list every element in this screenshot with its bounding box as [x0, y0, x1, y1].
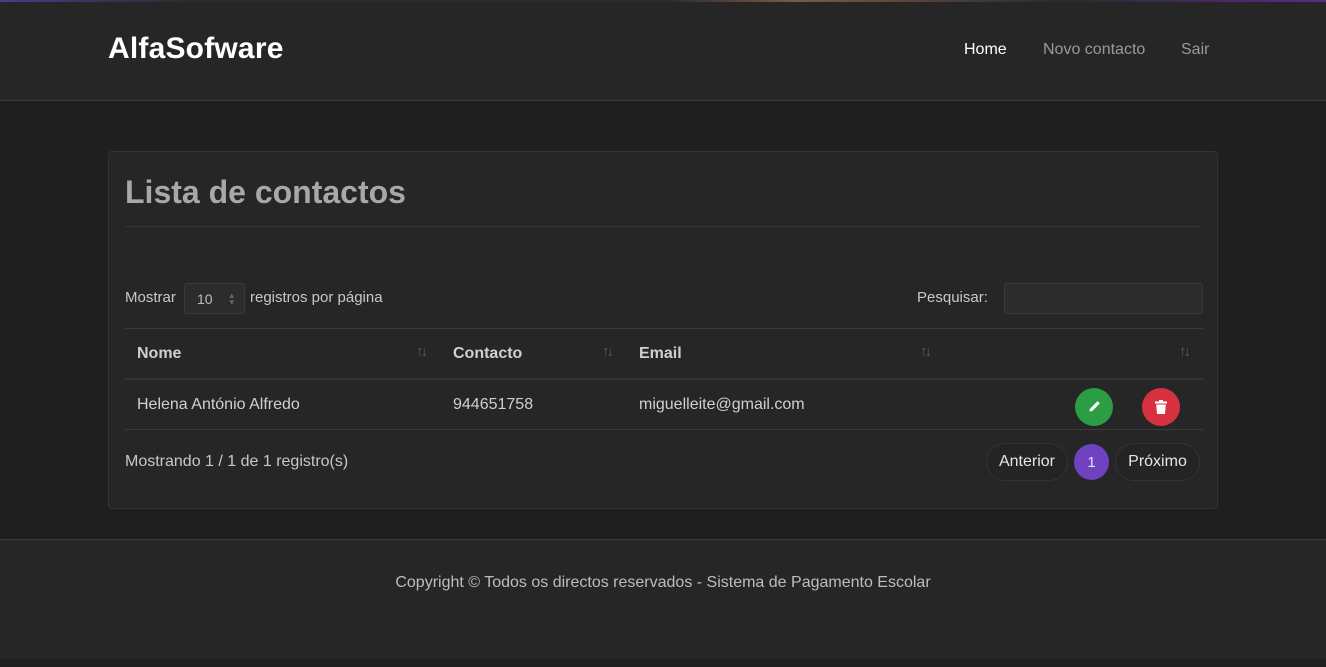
next-page-button[interactable]: Próximo [1115, 443, 1200, 481]
trash-icon [1155, 400, 1167, 414]
page-length-value: 10 [197, 291, 213, 307]
navbar: AlfaSofware Home Novo contacto Sair [0, 0, 1326, 101]
title-divider [125, 226, 1201, 227]
nav-link-home[interactable]: Home [964, 41, 1007, 59]
table-bottom-border [125, 429, 1203, 430]
cell-email: miguelleite@gmail.com [639, 396, 805, 413]
table-top-border [125, 328, 1203, 329]
table-info: Mostrando 1 / 1 de 1 registro(s) [125, 453, 349, 470]
sort-icon[interactable]: ↑↓ [416, 343, 428, 360]
cell-contacto: 944651758 [453, 396, 534, 413]
brand-logo[interactable]: AlfaSofware [108, 32, 284, 66]
pencil-icon [1089, 401, 1100, 412]
column-header-nome[interactable]: Nome [137, 345, 181, 363]
footer: Copyright © Todos os directos reservados… [0, 539, 1326, 659]
sort-icon[interactable]: ↑↓ [1179, 343, 1191, 360]
contacts-card: Lista de contactos Mostrar 10 ▴ ▾ registr… [108, 151, 1218, 509]
nav-link-sair[interactable]: Sair [1181, 41, 1209, 59]
page-title: Lista de contactos [125, 174, 406, 210]
page-length-select[interactable]: 10 ▴ ▾ [184, 283, 245, 314]
previous-page-button[interactable]: Anterior [986, 443, 1068, 481]
table-header-border [125, 378, 1203, 380]
cell-nome: Helena António Alfredo [137, 396, 300, 413]
sort-icon[interactable]: ↑↓ [920, 343, 932, 360]
sort-icon[interactable]: ↑↓ [602, 343, 614, 360]
search-input[interactable] [1004, 283, 1203, 314]
nav-link-novo-contacto[interactable]: Novo contacto [1043, 41, 1145, 59]
column-header-email[interactable]: Email [639, 345, 682, 363]
select-spinner-icon: ▴ ▾ [229, 290, 234, 307]
length-prefix-label: Mostrar [125, 289, 176, 306]
copyright-text: Copyright © Todos os directos reservados… [395, 574, 931, 591]
search-label: Pesquisar: [917, 289, 988, 306]
delete-button[interactable] [1142, 388, 1180, 426]
length-suffix-label: registros por página [250, 289, 383, 306]
top-accent-line [0, 0, 1326, 2]
column-header-contacto[interactable]: Contacto [453, 345, 522, 363]
current-page-button[interactable]: 1 [1074, 444, 1109, 480]
edit-button[interactable] [1075, 388, 1113, 426]
